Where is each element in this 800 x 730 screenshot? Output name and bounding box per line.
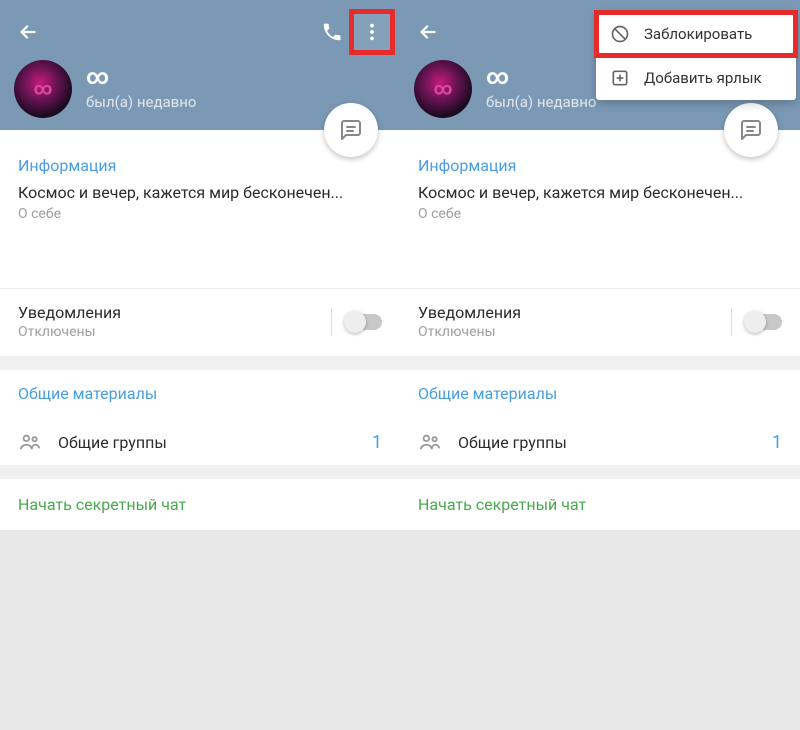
bio-sublabel: О себе: [418, 206, 782, 222]
notifications-status: Отключены: [418, 324, 731, 340]
back-button[interactable]: [408, 12, 448, 52]
shared-groups-label: Общие группы: [58, 433, 356, 452]
menu-add-label[interactable]: Добавить ярлык: [596, 56, 796, 100]
vertical-separator: [331, 308, 332, 336]
last-seen: был(а) недавно: [486, 93, 596, 111]
shared-label: Общие материалы: [418, 384, 782, 403]
back-button[interactable]: [8, 12, 48, 52]
shared-groups-row[interactable]: Общие группы 1: [400, 419, 800, 465]
menu-block-label: Заблокировать: [644, 25, 752, 43]
notifications-status: Отключены: [18, 324, 331, 340]
menu-add-label-text: Добавить ярлык: [644, 69, 762, 87]
shared-label: Общие материалы: [18, 384, 382, 403]
arrow-left-icon: [17, 21, 39, 43]
profile-name: ∞: [86, 67, 196, 89]
shared-groups-count: 1: [772, 432, 782, 453]
profile-panel-right: ∞ был(а) недавно Заблокировать Добавить …: [400, 0, 800, 694]
message-fab[interactable]: [724, 103, 778, 157]
profile-name: ∞: [486, 67, 596, 89]
notifications-title: Уведомления: [18, 303, 331, 322]
info-label: Информация: [18, 156, 382, 175]
info-label: Информация: [418, 156, 782, 175]
avatar[interactable]: [414, 60, 472, 118]
shared-groups-row[interactable]: Общие группы 1: [0, 419, 400, 465]
more-vertical-icon: [361, 21, 383, 43]
shared-section: Общие материалы: [0, 370, 400, 419]
shared-groups-label: Общие группы: [458, 433, 756, 452]
bio-text: Космос и вечер, кажется мир бесконечен..…: [418, 183, 782, 202]
secret-chat-row[interactable]: Начать секретный чат: [0, 479, 400, 530]
secret-chat-row[interactable]: Начать секретный чат: [400, 479, 800, 530]
avatar[interactable]: [14, 60, 72, 118]
secret-chat-label: Начать секретный чат: [418, 495, 782, 514]
arrow-left-icon: [417, 21, 439, 43]
notifications-title: Уведомления: [418, 303, 731, 322]
block-icon: [610, 24, 630, 44]
message-icon: [339, 118, 363, 142]
menu-block[interactable]: Заблокировать: [596, 12, 796, 56]
secret-chat-label: Начать секретный чат: [18, 495, 382, 514]
groups-icon: [18, 431, 42, 453]
add-shortcut-icon: [610, 68, 630, 88]
message-fab[interactable]: [324, 103, 378, 157]
notifications-row[interactable]: Уведомления Отключены: [400, 289, 800, 356]
profile-panel-left: ∞ был(а) недавно Информация Космос и веч…: [0, 0, 400, 694]
profile-info: ∞ был(а) недавно: [86, 67, 196, 111]
shared-section: Общие материалы: [400, 370, 800, 419]
notifications-toggle[interactable]: [746, 314, 782, 330]
phone-icon: [321, 21, 343, 43]
profile-info: ∞ был(а) недавно: [486, 67, 596, 111]
call-button[interactable]: [312, 12, 352, 52]
header: ∞ был(а) недавно: [0, 0, 400, 130]
last-seen: был(а) недавно: [86, 93, 196, 111]
bio-text: Космос и вечер, кажется мир бесконечен..…: [18, 183, 382, 202]
vertical-separator: [731, 308, 732, 336]
shared-groups-count: 1: [372, 432, 382, 453]
groups-icon: [418, 431, 442, 453]
more-menu: Заблокировать Добавить ярлык: [596, 12, 796, 100]
topbar: [0, 12, 400, 52]
more-button[interactable]: [352, 12, 392, 52]
notifications-toggle[interactable]: [346, 314, 382, 330]
bio-sublabel: О себе: [18, 206, 382, 222]
notifications-row[interactable]: Уведомления Отключены: [0, 289, 400, 356]
message-icon: [739, 118, 763, 142]
